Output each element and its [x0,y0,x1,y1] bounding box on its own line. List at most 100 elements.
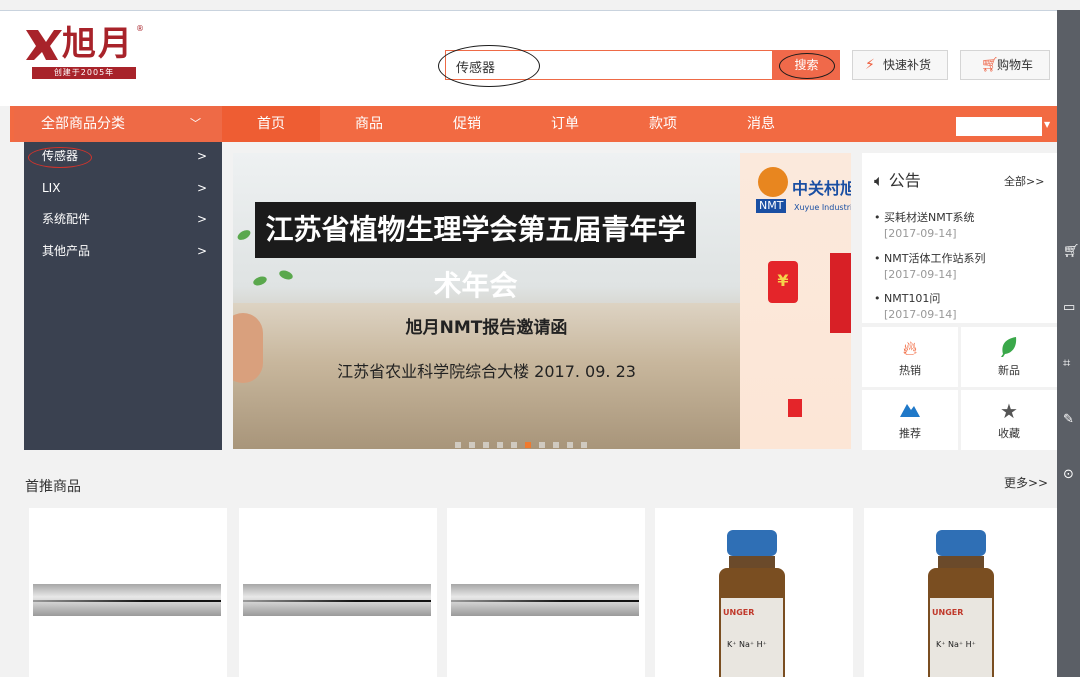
banner-carousel[interactable]: 江苏省植物生理学会第五届青年学术年会 旭月NMT报告邀请函 江苏省农业科学院综合… [233,153,740,449]
bottle-label-brand: UNGER [723,608,755,617]
bottle-label-ions: K⁺ Na⁺ H⁺ [727,640,767,649]
carousel-dot[interactable] [567,442,573,448]
right-toolbar [1057,10,1080,677]
quick-restock-label: 快速补货 [883,58,932,72]
ad-banner[interactable]: 中关村旭 NMT Xuyue Industri ¥ [740,153,851,449]
quick-link-label: 热销 [899,364,921,377]
sidebar-item-label: 其他产品 [42,244,91,258]
sidebar-item-accessories[interactable]: 系统配件 > [42,209,207,229]
search-box [445,50,773,80]
carousel-dot-active[interactable] [525,442,531,448]
cart-button[interactable]: 🛒︎ 购物车 [960,50,1050,80]
notice-item[interactable]: • NMT活体工作站系列 [2017-09-14] [874,250,1054,281]
all-categories-menu[interactable]: 全部商品分类 ﹀ [14,106,222,142]
chevron-down-icon: ﹀ [190,117,201,130]
quick-link-recommend[interactable]: 推荐 [862,390,958,450]
leaf-icon [278,268,294,282]
notice-header: 🔈︎ 公告 [874,167,921,191]
back-to-top-icon[interactable]: ⊙ [1063,467,1074,482]
nav-products[interactable]: 商品 [320,106,418,142]
nav-home[interactable]: 首页 [222,106,320,142]
carousel-dot[interactable] [581,442,587,448]
notice-item-date: [2017-09-14] [884,227,957,240]
notice-item[interactable]: • NMT101问 [2017-09-14] [874,290,1054,321]
nav-payments[interactable]: 款项 [614,106,712,142]
product-card[interactable] [447,508,645,677]
carousel-dot[interactable] [553,442,559,448]
chevron-right-icon: > [196,212,207,226]
mountain-icon [862,399,958,423]
chat-icon[interactable]: ▭ [1063,300,1075,315]
edit-icon[interactable]: ✎ [1063,412,1074,427]
speaker-icon: 🔈︎ [874,171,884,190]
section-title: 首推商品 [25,479,81,495]
sidebar-item-label: 系统配件 [42,212,91,226]
cart-icon[interactable]: 🛒︎ [1063,244,1080,259]
more-link[interactable]: 更多>> [1004,474,1048,491]
banner-subtitle: 旭月NMT报告邀请函 [405,318,568,338]
bottle-icon: UNGER K⁺ Na⁺ H⁺ [703,512,803,677]
notice-item-date: [2017-09-14] [884,308,957,321]
sun-logo-icon [758,167,788,197]
logo-text: 旭月 [62,24,134,64]
product-card[interactable]: UNGER K⁺ Na⁺ H⁺ [655,508,853,677]
chevron-right-icon: > [196,181,207,195]
product-card[interactable] [239,508,437,677]
banner-title: 江苏省植物生理学会第五届青年学术年会 [265,213,686,302]
leaf-icon [961,336,1057,360]
quick-link-favorites[interactable]: ★ 收藏 [961,390,1057,450]
ad-brand: 中关村旭 [792,179,851,198]
carousel-dot[interactable] [455,442,461,448]
quick-link-hot[interactable]: 🔥︎ 热销 [862,327,958,387]
carousel-dot[interactable] [539,442,545,448]
cart-label: 购物车 [997,58,1034,72]
search-input[interactable] [454,55,758,77]
notice-item[interactable]: • 买耗材送NMT系统 [2017-09-14] [874,209,1054,240]
product-card[interactable]: UNGER K⁺ Na⁺ H⁺ [864,508,1057,677]
quick-link-label: 推荐 [899,427,921,440]
all-categories-label: 全部商品分类 [41,116,125,132]
needle-tip [33,600,221,602]
search-button[interactable]: 搜索 [773,50,840,80]
carousel-dot[interactable] [469,442,475,448]
sidebar-item-label: 传感器 [42,149,79,163]
needle-tip [451,600,639,602]
notice-panel: 🔈︎ 公告 全部>> • 买耗材送NMT系统 [2017-09-14] • NM… [862,153,1057,323]
scan-icon[interactable]: ⌗ [1063,356,1070,371]
nav-messages[interactable]: 消息 [712,106,810,142]
sidebar-item-label: LIX [42,181,61,195]
chevron-right-icon: > [196,149,207,163]
caret-down-icon: ▼ [1044,120,1051,129]
needle-tip [243,600,431,602]
user-menu[interactable] [956,117,1042,136]
bottle-label-ions: K⁺ Na⁺ H⁺ [936,640,976,649]
logo-subtitle: 创建于2005年 [32,67,136,79]
carousel-dots [455,433,595,448]
bottle-icon: UNGER K⁺ Na⁺ H⁺ [912,512,1012,677]
sidebar-item-lix[interactable]: LIX > [42,178,207,198]
logo-mark-icon [26,30,62,60]
red-envelope-icon [788,399,802,417]
nav-orders[interactable]: 订单 [516,106,614,142]
sidebar-item-sensor[interactable]: 传感器 > [42,146,207,166]
leaf-icon [235,228,253,242]
carousel-dot[interactable] [511,442,517,448]
logo[interactable]: 旭月 ® 创建于2005年 [24,22,144,84]
quick-link-new[interactable]: 新品 [961,327,1057,387]
notice-title: 公告 [888,171,921,190]
notice-item-text: NMT101问 [884,292,941,305]
banner-venue: 江苏省农业科学院综合大楼 2017. 09. 23 [337,362,636,381]
notice-item-text: 买耗材送NMT系统 [884,211,975,224]
carousel-dot[interactable] [497,442,503,448]
ad-yen: ¥ [777,271,789,290]
nav-promotions[interactable]: 促销 [418,106,516,142]
notice-item-date: [2017-09-14] [884,268,957,281]
notice-all-link[interactable]: 全部>> [1004,173,1044,189]
sidebar-item-other[interactable]: 其他产品 > [42,241,207,261]
carousel-dot[interactable] [483,442,489,448]
ad-badge: NMT [756,199,787,213]
quick-restock-button[interactable]: ⚡ 快速补货 [852,50,948,80]
star-icon: ★ [1000,399,1018,423]
product-card[interactable] [29,508,227,677]
quick-link-label: 新品 [998,364,1020,377]
